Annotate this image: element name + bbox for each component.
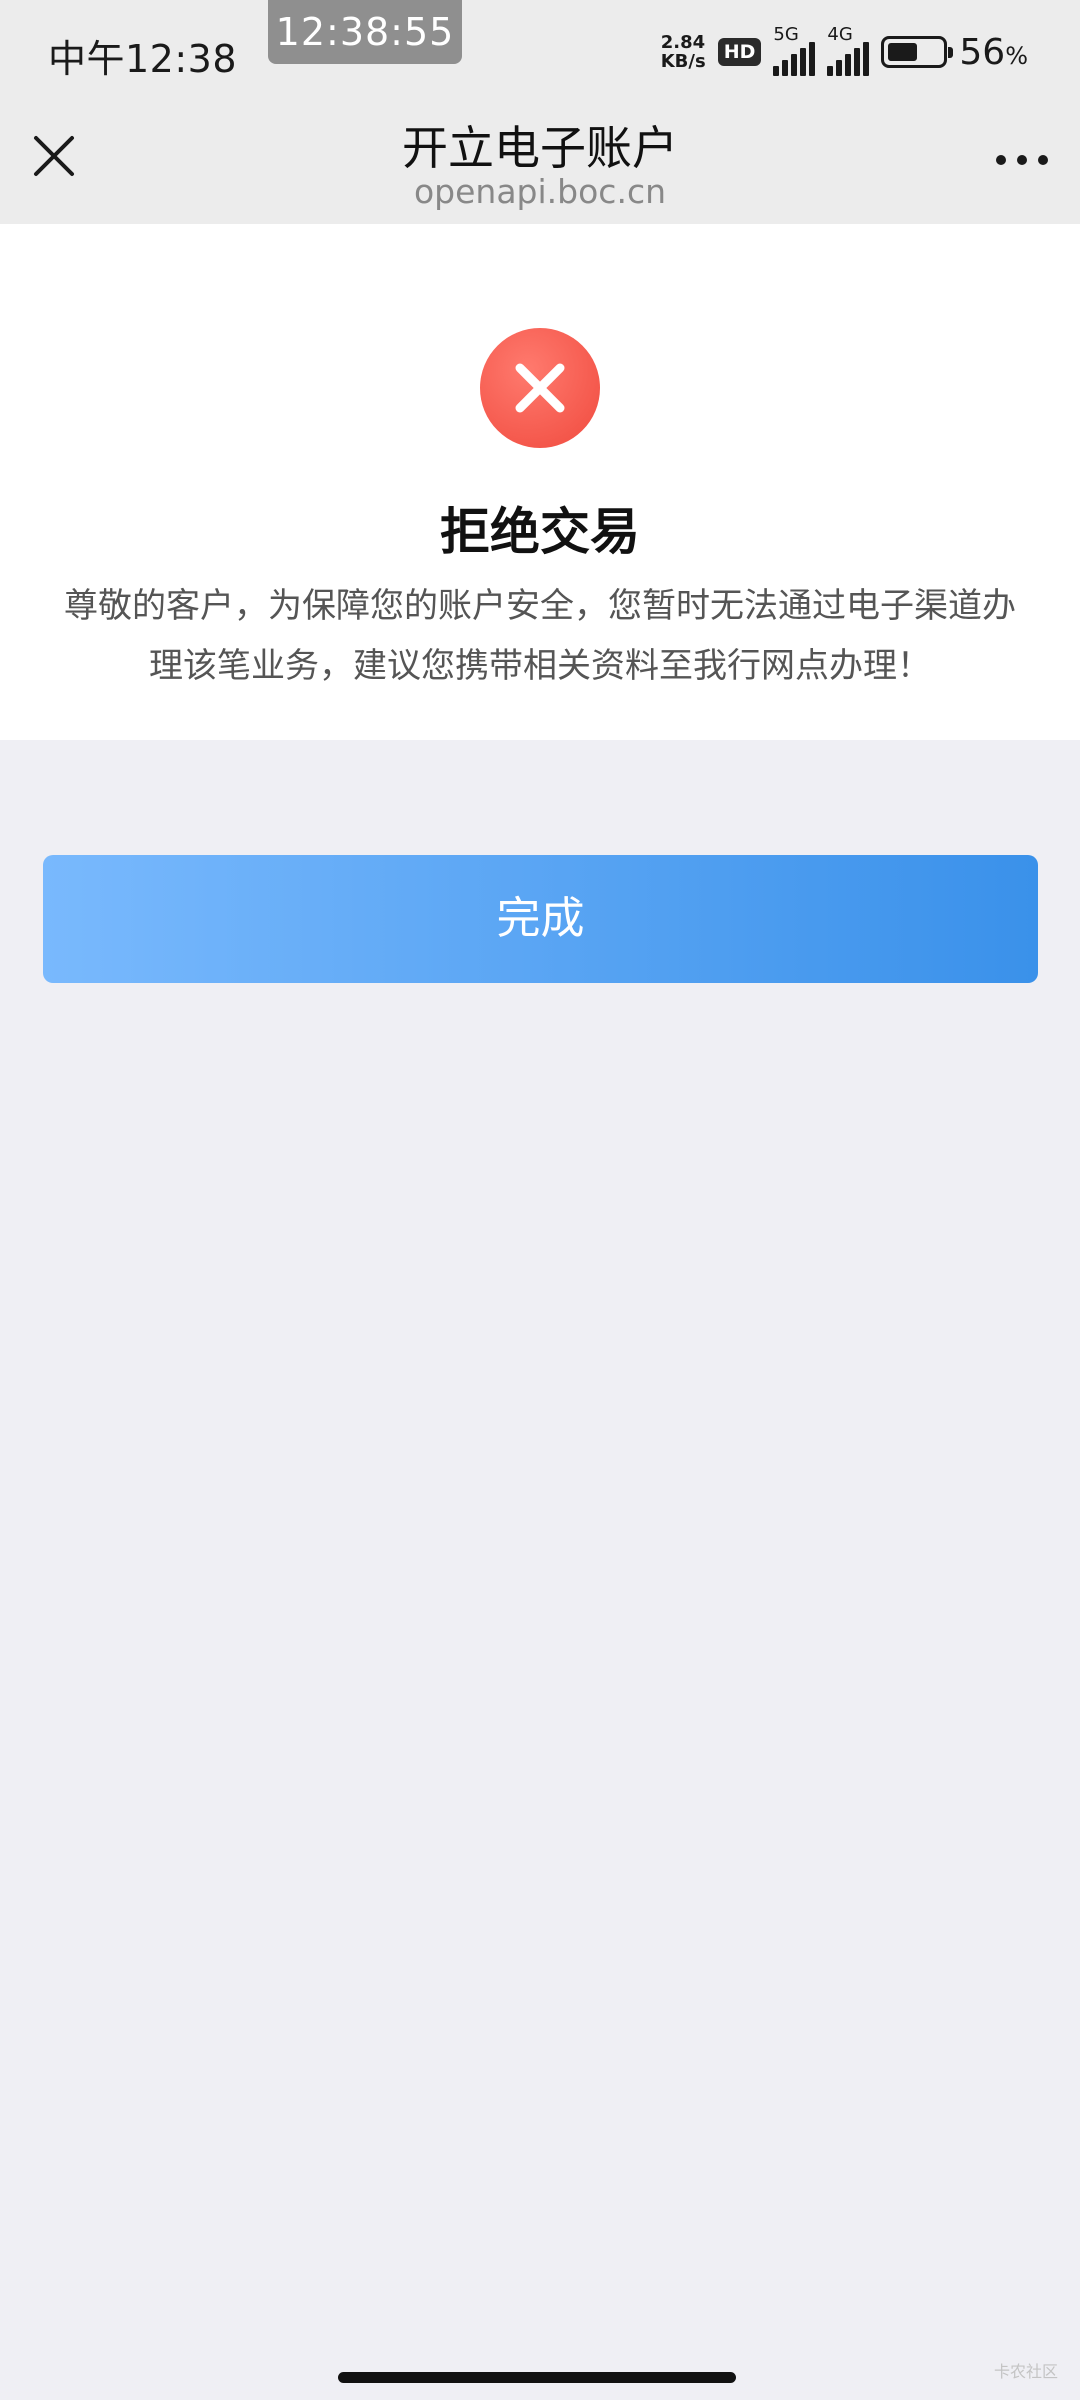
signal-4g-icon: 4G (827, 24, 870, 76)
battery-fill (888, 43, 918, 61)
watermark: 卡农社区 (993, 2362, 1058, 2381)
clock-overlay: 12:38:55 (268, 0, 462, 64)
result-description: 尊敬的客户，为保障您的账户安全，您暂时无法通过电子渠道办理该笔业务，建议您携带相… (64, 586, 1016, 686)
page-domain: openapi.boc.cn (413, 172, 666, 211)
network-speed-value: 2.84 (660, 32, 706, 53)
more-button[interactable] (990, 140, 1054, 180)
network-speed: 2.84 KB/s (661, 33, 706, 71)
battery-value: 56 (959, 31, 1006, 73)
more-dot (1038, 155, 1048, 165)
network-speed-unit: KB/s (660, 51, 706, 72)
status-time: 中午12:38 (48, 37, 238, 81)
more-dot (1017, 155, 1027, 165)
error-x-glyph (515, 363, 565, 413)
signal-5g-icon: 5G (773, 24, 816, 76)
status-icons: 2.84 KB/s HD 5G 4G 56% (661, 24, 1028, 76)
signal-4g-label: 4G (827, 24, 853, 45)
home-indicator[interactable] (338, 2372, 736, 2383)
result-title: 拒绝交易 (440, 503, 640, 561)
battery-unit: % (1005, 41, 1028, 70)
status-bar: 中午12:38 12:38:55 2.84 KB/s HD 5G 4G 56% (0, 0, 1080, 100)
battery-icon (881, 36, 954, 68)
battery-percent: 56% (959, 32, 1028, 73)
more-dots-icon (996, 155, 1006, 165)
nav-bar: 开立电子账户 openapi.boc.cn (0, 100, 1080, 224)
signal-5g-label: 5G (773, 24, 799, 45)
page-title: 开立电子账户 (402, 121, 678, 175)
error-x-icon (480, 328, 600, 448)
hd-badge: HD (717, 38, 762, 66)
done-button[interactable]: 完成 (43, 855, 1038, 983)
result-card: 拒绝交易 尊敬的客户，为保障您的账户安全，您暂时无法通过电子渠道办理该笔业务，建… (0, 224, 1080, 740)
